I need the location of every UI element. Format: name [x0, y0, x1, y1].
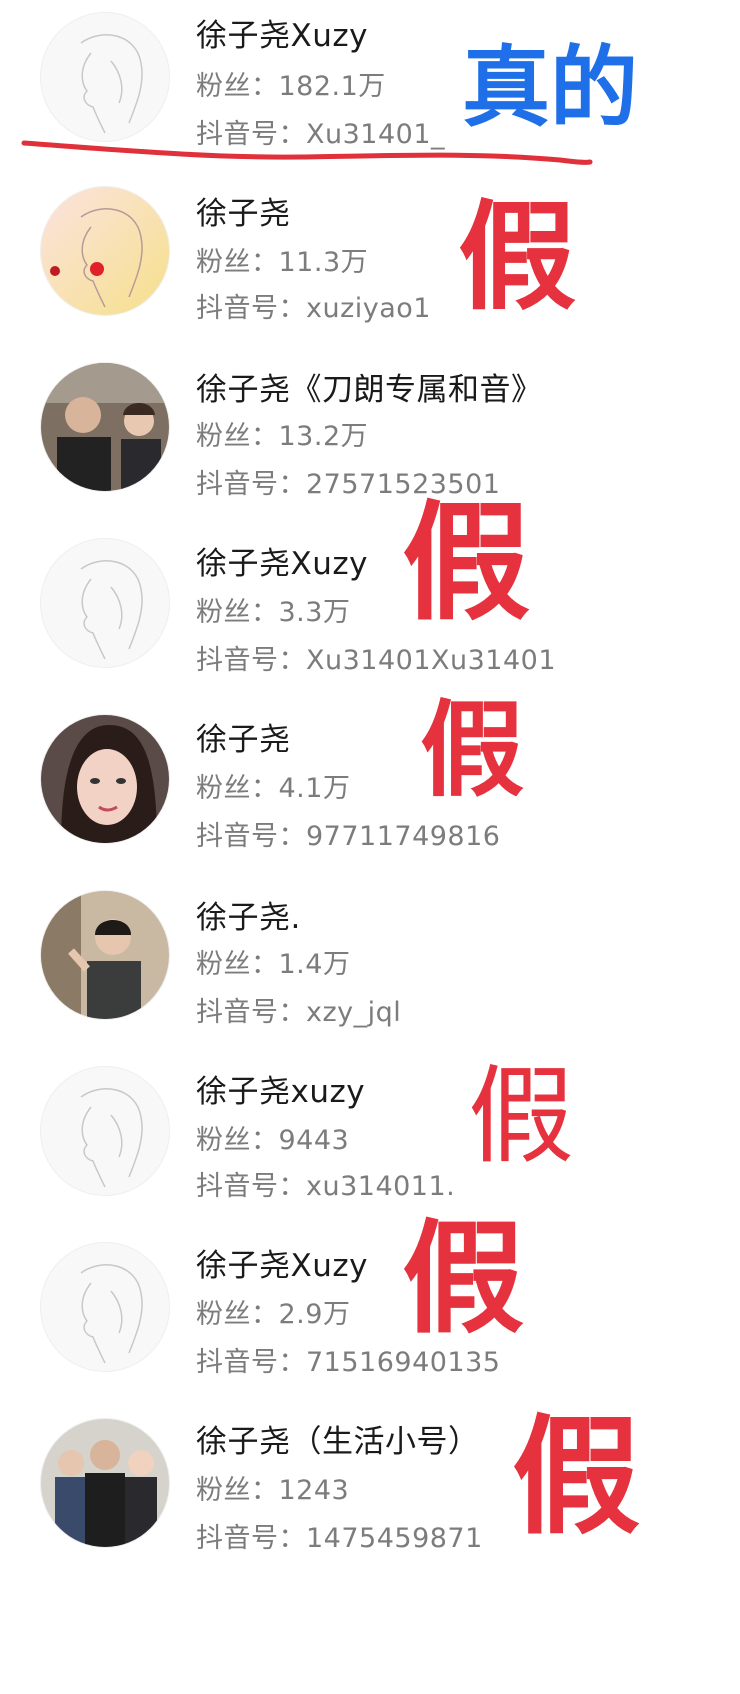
real-stamp: 真的 — [460, 36, 639, 139]
account-row-7[interactable]: 徐子尧xuzy 粉丝：9443 抖音号：xu314011. 假 — [0, 1056, 740, 1232]
account-row-4[interactable]: 徐子尧Xuzy 粉丝：3.3万 抖音号：Xu31401Xu31401 假 — [0, 500, 740, 704]
douyin-id: 抖音号：xu314011. — [196, 1171, 456, 1202]
douyin-id: 抖音号：Xu31401_ — [196, 119, 445, 150]
line-art-portrait-avatar — [40, 12, 170, 142]
follower-count: 粉丝：9443 — [196, 1125, 350, 1156]
photo-group-three-avatar — [40, 1418, 170, 1548]
douyin-id: 抖音号：xzy_jql — [196, 997, 402, 1028]
fake-stamp: 假 — [402, 489, 531, 638]
account-row-1[interactable]: 徐子尧Xuzy 粉丝：182.1万 抖音号：Xu31401_ 真的 — [0, 0, 740, 176]
account-row-6[interactable]: 徐子尧. 粉丝：1.4万 抖音号：xzy_jql — [0, 880, 740, 1056]
douyin-id: 抖音号：xuziyao1 — [196, 293, 431, 324]
line-art-portrait-avatar — [40, 1066, 170, 1196]
douyin-id: 抖音号：1475459871 — [196, 1523, 483, 1554]
account-row-9[interactable]: 徐子尧（生活小号） 粉丝：1243 抖音号：1475459871 假 — [0, 1408, 740, 1584]
fake-stamp: 假 — [420, 689, 525, 811]
follower-count: 粉丝：4.1万 — [196, 773, 351, 804]
line-art-portrait-avatar — [40, 538, 170, 668]
follower-count: 粉丝：3.3万 — [196, 597, 351, 628]
fake-stamp: 假 — [512, 1403, 641, 1552]
douyin-id: 抖音号：Xu31401Xu31401 — [196, 645, 556, 676]
line-art-portrait-red-avatar — [40, 186, 170, 316]
follower-count: 粉丝：182.1万 — [196, 71, 386, 102]
follower-count: 粉丝：2.9万 — [196, 1299, 351, 1330]
photo-woman-waving-avatar — [40, 890, 170, 1020]
account-row-3[interactable]: 徐子尧《刀朗专属和音》 粉丝：13.2万 抖音号：27571523501 — [0, 352, 740, 528]
account-name: 徐子尧 — [196, 196, 291, 232]
account-name: 徐子尧Xuzy — [196, 18, 369, 54]
account-name: 徐子尧xuzy — [196, 1074, 366, 1110]
fake-stamp: 假 — [402, 1208, 524, 1350]
follower-count: 粉丝：1243 — [196, 1475, 350, 1506]
follower-count: 粉丝：1.4万 — [196, 949, 351, 980]
account-name: 徐子尧 — [196, 722, 291, 758]
douyin-id: 抖音号：97711749816 — [196, 821, 501, 852]
photo-woman-closeup-avatar — [40, 714, 170, 844]
account-row-2[interactable]: 徐子尧 粉丝：11.3万 抖音号：xuziyao1 假 — [0, 176, 740, 352]
account-name: 徐子尧Xuzy — [196, 546, 369, 582]
account-name: 徐子尧Xuzy — [196, 1248, 369, 1284]
account-row-8[interactable]: 徐子尧Xuzy 粉丝：2.9万 抖音号：71516940135 假 — [0, 1218, 740, 1408]
account-name: 徐子尧（生活小号） — [196, 1424, 480, 1460]
line-art-portrait-avatar — [40, 1242, 170, 1372]
account-row-5[interactable]: 徐子尧 粉丝：4.1万 抖音号：97711749816 假 — [0, 698, 740, 880]
follower-count: 粉丝：13.2万 — [196, 421, 369, 452]
follower-count: 粉丝：11.3万 — [196, 247, 369, 278]
photo-two-people-avatar — [40, 362, 170, 492]
account-name: 徐子尧《刀朗专属和音》 — [196, 372, 543, 408]
fake-stamp: 假 — [468, 1055, 574, 1178]
account-name: 徐子尧. — [196, 900, 301, 936]
fake-stamp: 假 — [458, 188, 577, 326]
